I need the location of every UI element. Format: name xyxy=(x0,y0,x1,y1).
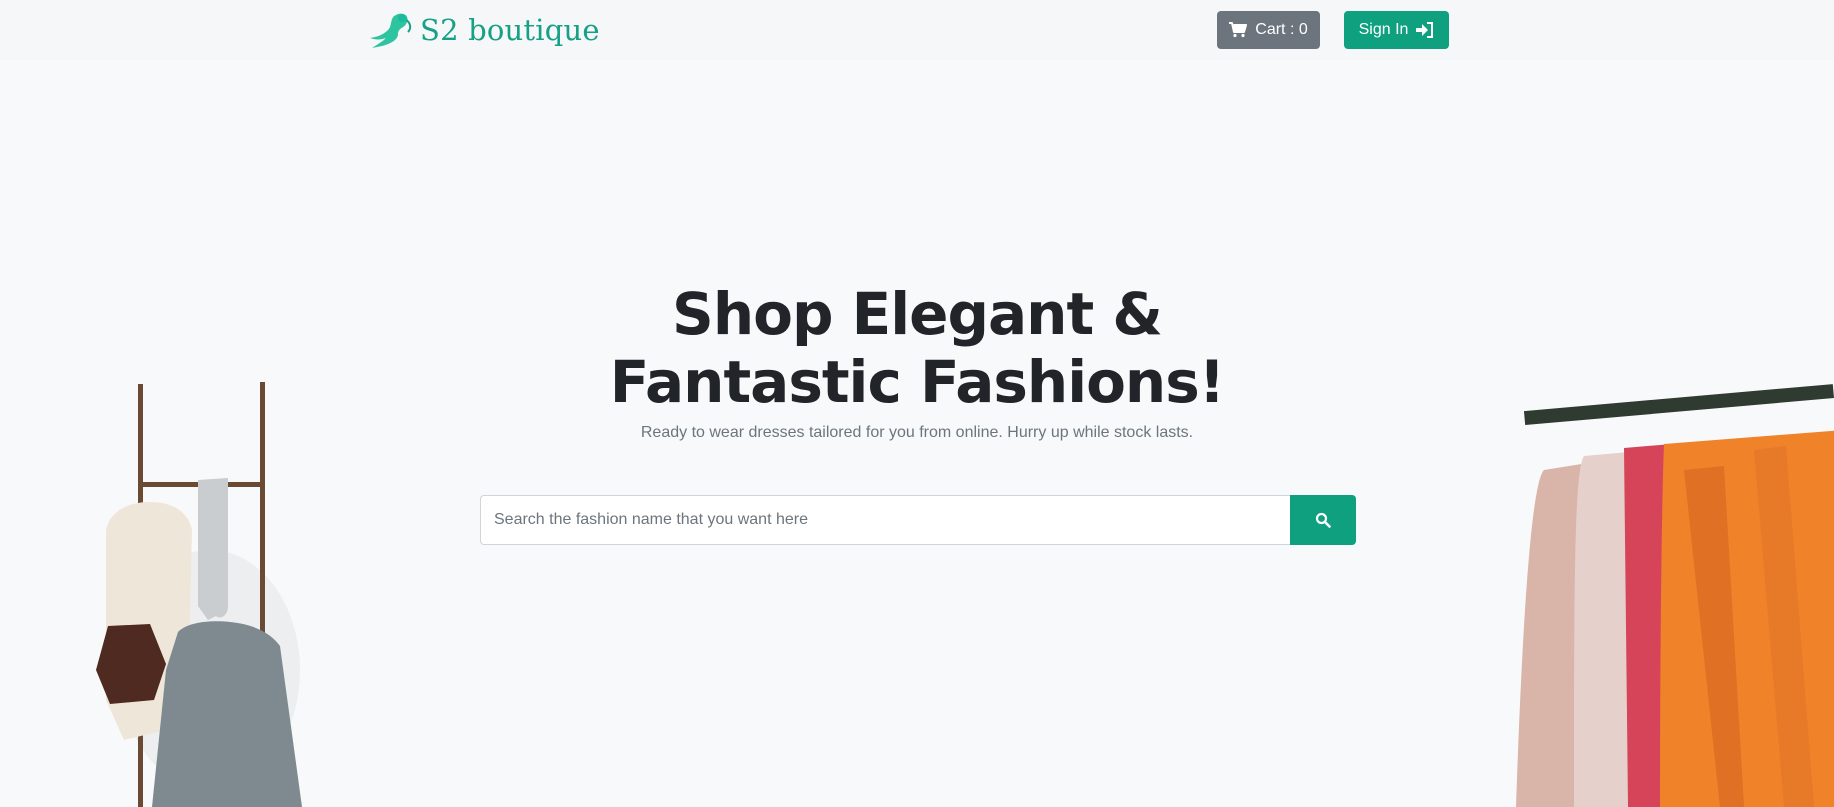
brand-name: S2 boutique xyxy=(420,13,600,47)
search-input[interactable] xyxy=(480,495,1290,545)
sign-in-icon xyxy=(1416,22,1434,38)
hero-title: Shop Elegant & Fantastic Fashions! xyxy=(609,280,1225,416)
cart-button[interactable]: Cart : 0 xyxy=(1217,11,1320,49)
hero-subtitle: Ready to wear dresses tailored for you f… xyxy=(640,424,1194,441)
sign-in-label: Sign In xyxy=(1358,21,1409,38)
cart-label: Cart : 0 xyxy=(1255,21,1308,38)
clothing-rail-image xyxy=(1516,384,1834,807)
brand-link[interactable]: S2 boutique xyxy=(368,10,600,50)
shopping-cart-icon xyxy=(1229,22,1248,38)
search-button[interactable] xyxy=(1290,495,1356,545)
search-icon xyxy=(1315,512,1331,528)
sign-in-button[interactable]: Sign In xyxy=(1344,11,1449,49)
search-form xyxy=(480,495,1356,545)
navbar: S2 boutique Cart : 0 Sign In xyxy=(0,0,1834,60)
clothes-ladder-rack-image xyxy=(96,382,302,807)
mermaid-logo-icon xyxy=(370,13,412,48)
